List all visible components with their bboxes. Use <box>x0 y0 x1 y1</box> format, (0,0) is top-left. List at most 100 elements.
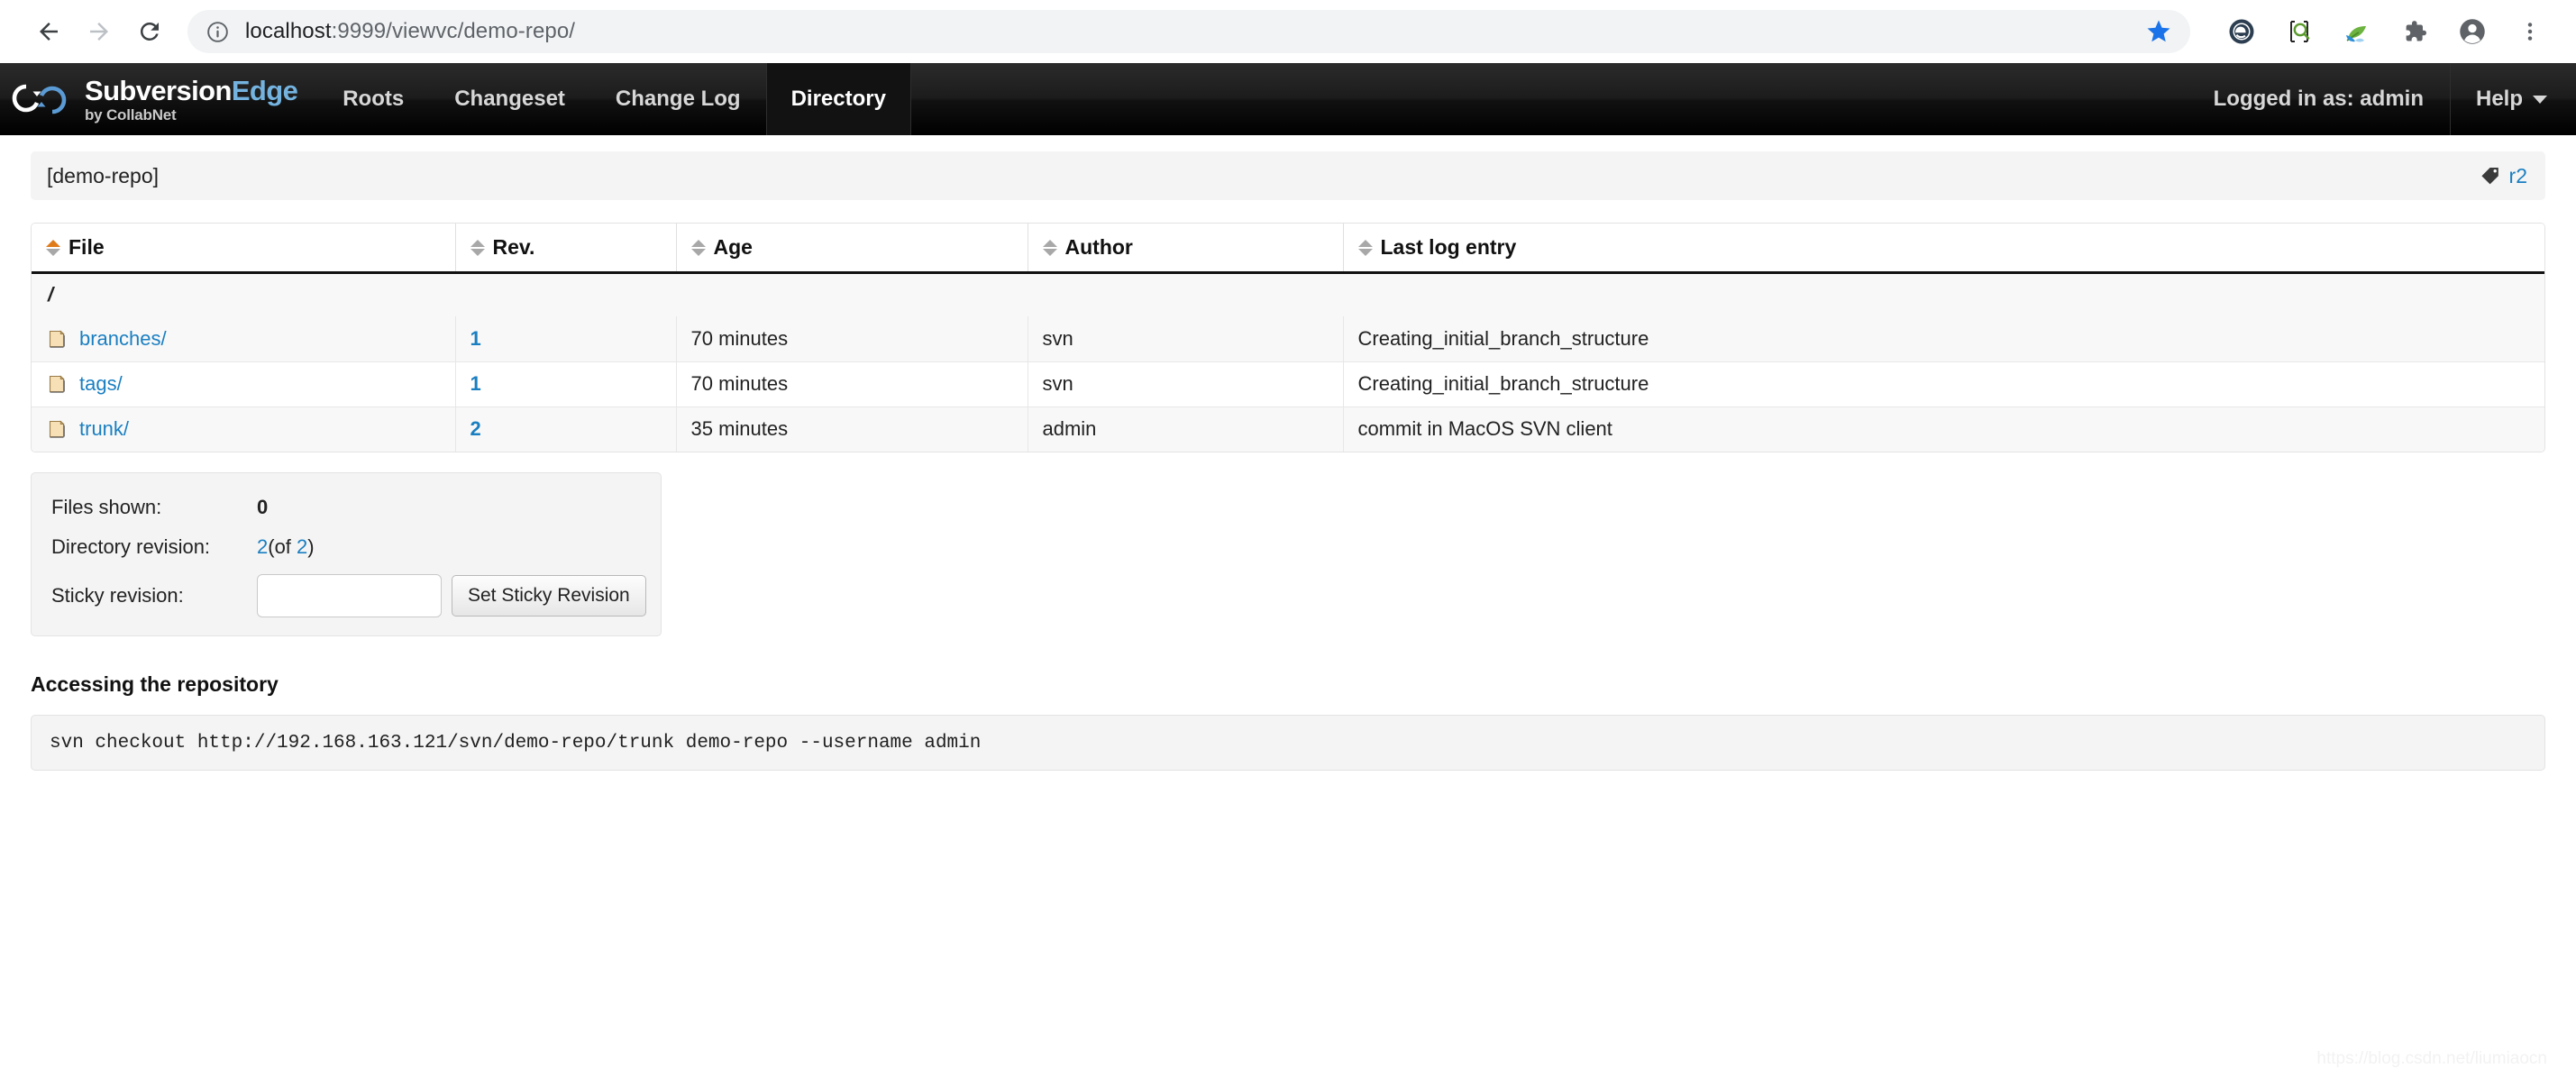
extension-leaf-icon[interactable] <box>2334 9 2380 54</box>
revision-link[interactable]: 2 <box>470 417 481 440</box>
directory-table: / File Rev. Age Author Last log entry br… <box>32 224 2544 452</box>
directory-revision-of-open: (of <box>268 535 297 558</box>
arrow-right-icon <box>90 23 108 41</box>
checkout-command-box[interactable]: svn checkout http://192.168.163.121/svn/… <box>31 715 2545 771</box>
cell-rev: 2 <box>455 407 677 452</box>
navbar-spacer <box>911 63 2187 135</box>
set-sticky-revision-button[interactable]: Set Sticky Revision <box>452 575 646 617</box>
directory-revision-label: Directory revision: <box>51 535 211 558</box>
nav-item-change-log[interactable]: Change Log <box>590 63 766 135</box>
sort-arrows-rev-icon <box>470 239 485 256</box>
extension-inspect-icon[interactable] <box>2277 9 2322 54</box>
directory-info-box: Files shown: 0 Directory revision: 2(of … <box>31 472 662 636</box>
help-menu-button[interactable]: Help <box>2451 63 2576 135</box>
nav-item-roots[interactable]: Roots <box>317 63 429 135</box>
navbar-right: Logged in as: admin Help <box>2187 63 2576 135</box>
directory-table-container: / File Rev. Age Author Last log entry br… <box>31 223 2545 452</box>
sort-arrows-file-icon <box>46 239 60 256</box>
column-header-author[interactable]: Author <box>1028 224 1344 274</box>
back-button[interactable] <box>23 6 74 57</box>
url-path: :9999/viewvc/demo-repo/ <box>331 19 576 43</box>
cell-last-log-entry: Creating_initial_branch_structure <box>1343 316 2544 362</box>
help-menu-label: Help <box>2475 87 2523 111</box>
sticky-revision-row: Sticky revision: Set Sticky Revision <box>51 574 646 617</box>
bookmark-button[interactable] <box>2134 10 2183 53</box>
navbar-items: Roots Changeset Change Log Directory <box>317 63 911 135</box>
directory-revision-link[interactable]: 2 <box>257 535 268 558</box>
column-header-rev[interactable]: Rev. <box>455 224 677 274</box>
sort-arrows-author-icon <box>1042 239 1057 256</box>
table-row[interactable]: tags/ 1 70 minutes svn Creating_initial_… <box>32 361 2544 407</box>
file-link[interactable]: tags/ <box>79 372 123 396</box>
reload-button[interactable] <box>124 6 175 57</box>
sticky-revision-input[interactable] <box>257 574 442 617</box>
watermark-text: https://blog.csdn.net/liumiaocn <box>2316 1049 2547 1068</box>
directory-revision-total-link[interactable]: 2 <box>297 535 307 558</box>
table-row[interactable]: branches/ 1 70 minutes svn Creating_init… <box>32 316 2544 362</box>
file-link[interactable]: branches/ <box>79 327 167 351</box>
tag-icon <box>2480 165 2501 187</box>
app-navbar: SubversionEdge by CollabNet Roots Change… <box>0 63 2576 135</box>
accessing-repository-heading: Accessing the repository <box>31 672 279 696</box>
column-header-age[interactable]: Age <box>676 224 1028 274</box>
cell-file: trunk/ <box>32 407 456 452</box>
arrow-left-icon <box>40 23 58 41</box>
repository-name: [demo-repo] <box>47 163 160 187</box>
folder-icon <box>46 373 68 395</box>
cell-rev: 1 <box>455 316 677 362</box>
column-header-rev-label: Rev. <box>492 234 535 259</box>
page-content: [demo-repo] r2 / File Rev. Age Author La… <box>0 135 2576 1078</box>
brand-title-accent: Edge <box>231 74 298 106</box>
column-header-author-label: Author <box>1064 234 1133 259</box>
checkout-command: svn checkout http://192.168.163.121/svn/… <box>50 732 982 754</box>
chevron-down-icon <box>2533 95 2547 104</box>
subversionedge-logo-icon <box>12 84 67 114</box>
revision-link[interactable]: 1 <box>470 327 481 350</box>
logged-in-user-label: Logged in as: admin <box>2187 63 2451 135</box>
nav-item-changeset[interactable]: Changeset <box>429 63 590 135</box>
column-header-age-label: Age <box>713 234 753 259</box>
profile-avatar-icon[interactable] <box>2450 9 2495 54</box>
site-info-icon[interactable] <box>206 20 230 44</box>
brand-title-main: Subversion <box>85 74 232 106</box>
cell-last-log-entry: Creating_initial_branch_structure <box>1343 361 2544 407</box>
cell-author: svn <box>1028 316 1344 362</box>
cell-last-log-entry: commit in MacOS SVN client <box>1343 407 2544 452</box>
extensions-puzzle-icon[interactable] <box>2392 9 2437 54</box>
current-path-row: / <box>32 272 2544 316</box>
cell-age: 70 minutes <box>676 316 1028 362</box>
current-path: / <box>32 272 2544 316</box>
nav-item-directory[interactable]: Directory <box>765 63 911 135</box>
chrome-menu-icon[interactable] <box>2507 9 2553 54</box>
files-shown-label: Files shown: <box>51 496 162 518</box>
cell-age: 70 minutes <box>676 361 1028 407</box>
cell-age: 35 minutes <box>676 407 1028 452</box>
file-link[interactable]: trunk/ <box>79 417 129 441</box>
revision-link[interactable]: 1 <box>470 372 481 395</box>
column-header-last-log-entry[interactable]: Last log entry <box>1343 224 2544 274</box>
directory-revision-value: 2(of 2) <box>257 535 315 559</box>
brand-subtitle: by CollabNet <box>85 105 177 123</box>
cell-author: svn <box>1028 361 1344 407</box>
folder-icon <box>46 418 68 440</box>
column-header-file[interactable]: File <box>32 224 456 274</box>
browser-toolbar: localhost:9999/viewvc/demo-repo/ <box>0 0 2576 63</box>
brand-text: SubversionEdge by CollabNet <box>85 74 298 123</box>
extension-eclipse-icon[interactable] <box>2219 9 2264 54</box>
revision-link[interactable]: r2 <box>2509 164 2527 188</box>
forward-button[interactable] <box>74 6 124 57</box>
address-bar-url: localhost:9999/viewvc/demo-repo/ <box>245 19 575 44</box>
reload-icon <box>140 22 159 41</box>
cell-file: branches/ <box>32 316 456 362</box>
column-header-last-log-entry-label: Last log entry <box>1380 234 1517 259</box>
directory-revision-of-close: ) <box>307 535 315 558</box>
cell-author: admin <box>1028 407 1344 452</box>
sticky-revision-label: Sticky revision: <box>51 584 184 607</box>
sort-arrows-age-icon <box>690 239 706 256</box>
table-row[interactable]: trunk/ 2 35 minutes admin commit in MacO… <box>32 407 2544 452</box>
address-bar[interactable]: localhost:9999/viewvc/demo-repo/ <box>187 10 2190 53</box>
cell-rev: 1 <box>455 361 677 407</box>
directory-table-body: branches/ 1 70 minutes svn Creating_init… <box>32 316 2544 452</box>
revision-tag[interactable]: r2 <box>2480 164 2527 188</box>
brand-logo-block[interactable]: SubversionEdge by CollabNet <box>0 63 317 135</box>
